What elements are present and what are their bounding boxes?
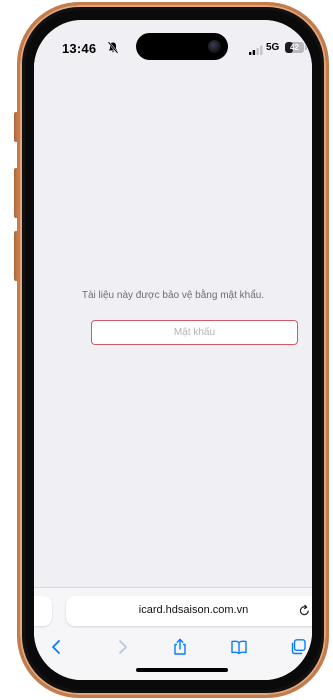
phone-frame: 13:46 5G 42 Tài liệu này được bảo vệ bằn… xyxy=(17,2,329,698)
reload-icon[interactable] xyxy=(298,604,311,617)
chevron-left-icon[interactable] xyxy=(48,638,66,656)
front-camera xyxy=(208,40,221,53)
battery-icon: 42 xyxy=(285,42,304,53)
password-protected-message: Tài liệu này được bảo vệ bằng mật khẩu. xyxy=(81,290,265,301)
cell-signal-icon xyxy=(249,45,263,55)
bell-slash-icon xyxy=(107,41,119,54)
status-bar: 13:46 5G 42 xyxy=(34,20,312,72)
browser-toolbar: icard.hdsaison.com.vn xyxy=(34,587,312,680)
network-type: 5G xyxy=(266,42,280,53)
tabs-icon[interactable] xyxy=(289,638,307,656)
previous-tab-pill[interactable] xyxy=(34,596,52,626)
status-time: 13:46 xyxy=(62,41,97,56)
battery-percentage: 42 xyxy=(290,43,299,52)
share-icon[interactable] xyxy=(171,638,189,656)
dynamic-island xyxy=(136,33,228,60)
device-mockup: 13:46 5G 42 Tài liệu này được bảo vệ bằn… xyxy=(0,0,333,700)
home-indicator xyxy=(136,668,228,672)
url-text: icard.hdsaison.com.vn xyxy=(138,604,249,616)
chevron-right-icon[interactable] xyxy=(113,638,131,656)
address-bar[interactable]: icard.hdsaison.com.vn xyxy=(66,596,312,626)
phone-screen: 13:46 5G 42 Tài liệu này được bảo vệ bằn… xyxy=(34,20,312,680)
password-field[interactable] xyxy=(91,320,298,345)
book-icon[interactable] xyxy=(230,638,248,656)
battery-cap xyxy=(305,45,307,50)
phone-bezel: 13:46 5G 42 Tài liệu này được bảo vệ bằn… xyxy=(25,10,321,690)
